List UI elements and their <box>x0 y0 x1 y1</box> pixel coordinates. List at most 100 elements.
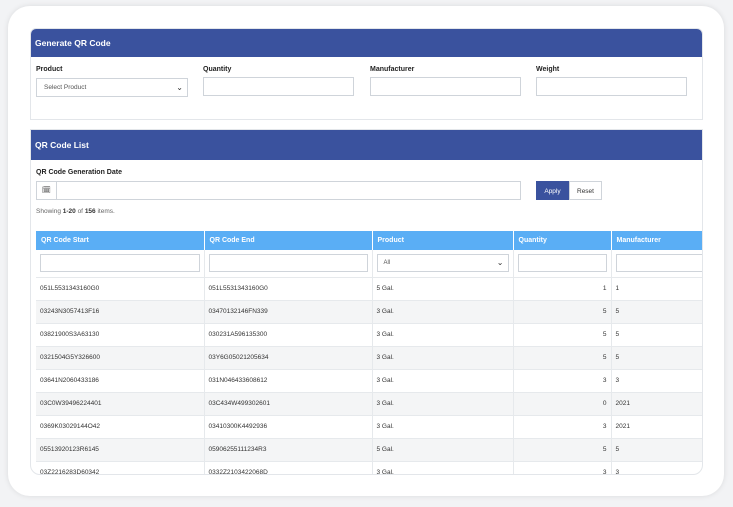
quantity-cell: 3 <box>513 415 612 439</box>
column-header-qr-end[interactable]: QR Code End <box>204 231 373 250</box>
manufacturer-cell: 3 <box>611 461 702 474</box>
product-select[interactable]: Select Product ⌄ <box>36 78 188 97</box>
summary-prefix: Showing <box>36 208 63 215</box>
qr-code-start-cell: 03821900S3A63130 <box>36 323 205 347</box>
product-select-value: Select Product <box>44 84 87 91</box>
filter-product-select[interactable]: All ⌄ <box>376 254 509 273</box>
qr-code-table: QR Code Start QR Code End Product Quanti… <box>36 231 702 474</box>
generate-qr-card: Generate QR Code Product Select Product … <box>30 28 703 120</box>
product-cell: 3 Gal. <box>372 415 514 439</box>
product-cell: 3 Gal. <box>372 392 514 416</box>
qr-code-end-cell: 051L5531343160G0 <box>204 277 373 301</box>
quantity-cell: 5 <box>513 438 612 462</box>
summary-suffix: items. <box>95 208 115 215</box>
manufacturer-label: Manufacturer <box>370 66 415 73</box>
qr-code-end-cell: 030231A596135300 <box>204 323 373 347</box>
filter-row: All ⌄ <box>36 250 702 278</box>
summary-mid: of <box>75 208 85 215</box>
quantity-cell: 5 <box>513 300 612 324</box>
qr-code-start-cell: 0321504G5Y326600 <box>36 346 205 370</box>
quantity-cell: 1 <box>513 277 612 301</box>
weight-label: Weight <box>536 66 560 73</box>
table-row[interactable]: 05513920123R6145 05906255111234R3 5 Gal. 5 5 <box>36 438 702 462</box>
product-cell: 3 Gal. <box>372 323 514 347</box>
qr-code-list-title: QR Code List <box>31 130 702 160</box>
generation-date-input[interactable] <box>57 182 520 199</box>
table-row[interactable]: 03821900S3A63130 030231A596135300 3 Gal. 5 5 <box>36 323 702 347</box>
table-row[interactable]: 03641N2060433186 031N046433608612 3 Gal. 3 3 <box>36 369 702 393</box>
column-header-quantity[interactable]: Quantity <box>513 231 612 250</box>
filter-qr-start-input[interactable] <box>40 254 200 273</box>
manufacturer-cell: 5 <box>611 300 702 324</box>
quantity-input[interactable] <box>203 77 354 96</box>
reset-button[interactable]: Reset <box>569 181 602 200</box>
qr-code-start-cell: 05513920123R6145 <box>36 438 205 462</box>
manufacturer-cell: 2021 <box>611 415 702 439</box>
quantity-cell: 5 <box>513 346 612 370</box>
generation-date-label: QR Code Generation Date <box>36 169 122 176</box>
qr-code-end-cell: 03Y6G05021205634 <box>204 346 373 370</box>
manufacturer-cell: 5 <box>611 323 702 347</box>
product-cell: 5 Gal. <box>372 438 514 462</box>
product-cell: 5 Gal. <box>372 277 514 301</box>
filter-cell <box>36 250 205 278</box>
column-header-manufacturer[interactable]: Manufacturer <box>611 231 702 250</box>
filter-manufacturer-input[interactable] <box>615 254 702 273</box>
table-row[interactable]: 051L5531343160G0 051L5531343160G0 5 Gal. 1 1 <box>36 277 702 301</box>
chevron-down-icon: ⌄ <box>176 83 183 92</box>
qr-code-end-cell: 0332Z2103422068D <box>204 461 373 474</box>
quantity-cell: 3 <box>513 369 612 393</box>
manufacturer-cell: 1 <box>611 277 702 301</box>
qr-code-end-cell: 03470132146FN339 <box>204 300 373 324</box>
qr-code-start-cell: 0369K03029144O42 <box>36 415 205 439</box>
weight-input[interactable] <box>536 77 687 96</box>
filter-cell <box>513 250 612 278</box>
manufacturer-input[interactable] <box>370 77 521 96</box>
filter-quantity-input[interactable] <box>517 254 607 273</box>
table-row[interactable]: 03243N3057413F16 03470132146FN339 3 Gal. 5 5 <box>36 300 702 324</box>
chevron-down-icon: ⌄ <box>496 258 504 268</box>
qr-code-start-cell: 03243N3057413F16 <box>36 300 205 324</box>
qr-code-end-cell: 05906255111234R3 <box>204 438 373 462</box>
product-cell: 3 Gal. <box>372 346 514 370</box>
summary-range: 1-20 <box>62 208 76 215</box>
product-label: Product <box>36 66 63 73</box>
column-header-qr-start[interactable]: QR Code Start <box>36 231 205 250</box>
qr-code-start-cell: 03Z2216283D60342 <box>36 461 205 474</box>
calendar-icon[interactable]: 🗓 <box>37 182 57 199</box>
table-header-row: QR Code Start QR Code End Product Quanti… <box>36 231 702 250</box>
generate-qr-title: Generate QR Code <box>31 29 702 57</box>
filter-cell <box>204 250 373 278</box>
product-cell: 3 Gal. <box>372 369 514 393</box>
filter-cell <box>611 250 702 278</box>
qr-code-end-cell: 03C434W499302601 <box>204 392 373 416</box>
quantity-cell: 5 <box>513 323 612 347</box>
manufacturer-cell: 5 <box>611 438 702 462</box>
table-row[interactable]: 03C0W39496224401 03C434W499302601 3 Gal. 0 2… <box>36 392 702 416</box>
manufacturer-cell: 3 <box>611 369 702 393</box>
qr-code-end-cell: 031N046433608612 <box>204 369 373 393</box>
apply-button[interactable]: Apply <box>536 181 569 200</box>
table-row[interactable]: 03Z2216283D60342 0332Z2103422068D 3 Gal. 3 3 <box>36 461 702 474</box>
filter-cell: All ⌄ <box>372 250 514 278</box>
quantity-cell: 3 <box>513 461 612 474</box>
quantity-cell: 0 <box>513 392 612 416</box>
column-header-product[interactable]: Product <box>372 231 514 250</box>
manufacturer-cell: 2021 <box>611 392 702 416</box>
qr-code-start-cell: 03641N2060433186 <box>36 369 205 393</box>
filter-product-value: All <box>383 260 391 267</box>
generation-date-field: 🗓 <box>36 181 521 200</box>
table-row[interactable]: 0321504G5Y326600 03Y6G05021205634 3 Gal. 5 5 <box>36 346 702 370</box>
qr-code-start-cell: 03C0W39496224401 <box>36 392 205 416</box>
table-row[interactable]: 0369K03029144O42 03410300K4492936 3 Gal. 3 2… <box>36 415 702 439</box>
qr-code-end-cell: 03410300K4492936 <box>204 415 373 439</box>
summary-total: 156 <box>84 208 96 215</box>
manufacturer-cell: 5 <box>611 346 702 370</box>
product-cell: 3 Gal. <box>372 461 514 474</box>
qr-code-start-cell: 051L5531343160G0 <box>36 277 205 301</box>
quantity-label: Quantity <box>203 66 232 73</box>
pagination-summary: Showing 1-20 of 156 items. <box>36 208 115 215</box>
qr-code-list-card: QR Code List QR Code Generation Date 🗓 A… <box>30 129 703 475</box>
filter-qr-end-input[interactable] <box>208 254 368 273</box>
product-cell: 3 Gal. <box>372 300 514 324</box>
